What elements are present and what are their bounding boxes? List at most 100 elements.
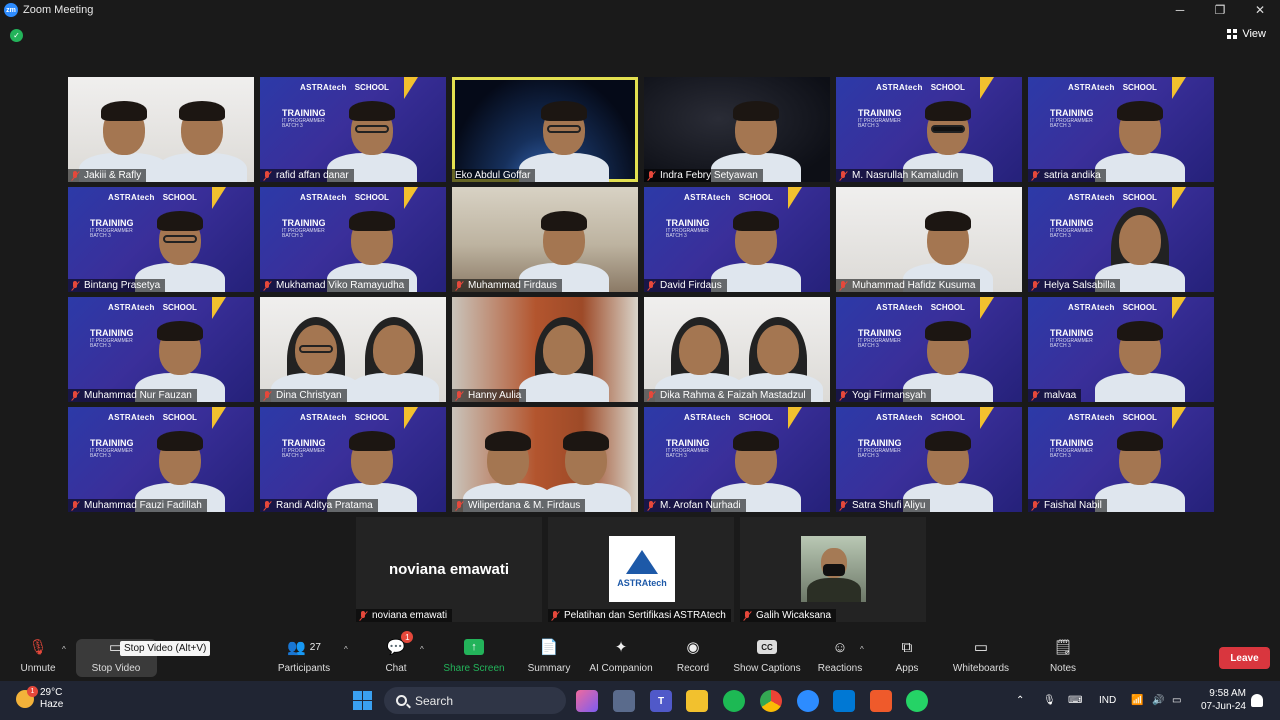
tray-mic-icon[interactable]: 🎙 [1043,681,1056,720]
banner-batch: BATCH 3 [282,233,303,240]
video-tile[interactable]: ASTRAtech SCHOOL TRAINING IT PROGRAMMER BATC… [836,77,1022,182]
taskbar-search[interactable]: Search [384,687,566,714]
mic-muted-icon [263,170,272,181]
record-button[interactable]: ◉ Record [653,635,733,674]
audio-options-caret[interactable]: ^ [62,645,66,654]
battery-icon[interactable]: ▭ [1172,681,1181,720]
video-tile[interactable]: ASTRAtech SCHOOL TRAINING IT PROGRAMMER BATC… [68,407,254,512]
video-tile[interactable]: Galih Wicaksana [740,517,926,622]
mic-muted-icon [71,500,80,511]
show-captions-button[interactable]: CC Show Captions [727,635,807,674]
weather-condition: Haze [40,699,64,710]
participant-name: Helya Salsabilla [1044,280,1116,291]
participant-name-tag: Galih Wicaksana [740,609,837,622]
participant-name-tag: M. Arofan Nurhadi [644,499,746,512]
participants-button[interactable]: 👥 27 Participants [264,635,344,674]
spotify-app-icon[interactable] [723,690,745,712]
minimize-button[interactable]: ─ [1160,0,1200,20]
video-tile[interactable]: ASTRAtech SCHOOL TRAINING IT PROGRAMMER BATC… [1028,297,1214,402]
banner-batch: BATCH 3 [282,123,303,130]
video-tile[interactable]: ASTRAtech SCHOOL TRAINING IT PROGRAMMER BATC… [1028,407,1214,512]
participant-name-tag: Muhammad Fauzi Fadillah [68,499,207,512]
participant-figure [326,87,417,182]
video-tile[interactable]: Muhammad Firdaus [452,187,638,292]
participant-figure [732,307,823,402]
participant-name: Jakiii & Rafly [84,170,142,181]
weather-widget[interactable]: 1 29°C Haze [16,686,64,711]
participant-name: Indra Febry Setyawan [660,170,758,181]
whiteboards-button[interactable]: ▭ Whiteboards [941,635,1021,674]
video-tile[interactable]: Muhammad Hafidz Kusuma [836,187,1022,292]
chrome-app-icon[interactable] [760,690,782,712]
video-tile[interactable]: ASTRAtech SCHOOL TRAINING IT PROGRAMMER BATC… [260,407,446,512]
teams-app-icon[interactable]: T [650,690,672,712]
language-indicator[interactable]: IND [1099,681,1116,720]
ai-companion-button[interactable]: ✦ AI Companion [581,635,661,674]
encryption-shield-icon[interactable]: ✓ [10,29,23,42]
video-tile[interactable]: ASTRAtech SCHOOL TRAINING IT PROGRAMMER BATC… [836,297,1022,402]
summary-button[interactable]: 📄 Summary [509,635,589,674]
bottom-video-row: noviana emawati noviana emawati ASTRAtec… [356,517,926,622]
search-label: Search [415,693,454,708]
chat-options-caret[interactable]: ^ [420,645,424,654]
leave-button[interactable]: Leave [1219,647,1270,669]
video-tile[interactable]: Wiliperdana & M. Firdaus [452,407,638,512]
maximize-button[interactable]: ❐ [1200,0,1240,20]
video-tile[interactable]: Indra Febry Setyawan [644,77,830,182]
close-button[interactable]: ✕ [1240,0,1280,20]
video-tile[interactable]: ASTRAtech SCHOOL TRAINING IT PROGRAMMER BATC… [68,187,254,292]
windows-start-icon[interactable] [353,691,372,710]
whiteboard-icon: ▭ [973,639,989,656]
video-tile[interactable]: Hanny Aulia [452,297,638,402]
video-tile[interactable]: Dina Christyan [260,297,446,402]
mic-muted-icon [263,390,272,401]
video-tile[interactable]: ASTRAtech SCHOOL TRAINING IT PROGRAMMER BATC… [260,187,446,292]
view-button[interactable]: View [1227,28,1266,40]
reactions-options-caret[interactable]: ^ [860,645,864,654]
wifi-icon[interactable]: 📶 [1131,681,1143,720]
vscode-app-icon[interactable] [833,690,855,712]
video-tile[interactable]: Jakiii & Rafly [68,77,254,182]
video-tile[interactable]: ASTRAtech SCHOOL TRAINING IT PROGRAMMER BATC… [644,407,830,512]
video-tile[interactable]: ASTRAtech SCHOOL TRAINING IT PROGRAMMER BATC… [1028,187,1214,292]
video-tile[interactable]: ASTRAtech SCHOOL TRAINING IT PROGRAMMER BATC… [68,297,254,402]
video-tile[interactable]: Eko Abdul Goffar [452,77,638,182]
participant-figure [134,197,225,292]
video-tile[interactable]: ASTRAtech Pelatihan dan Sertifikasi ASTR… [548,517,734,622]
windows-taskbar: 1 29°C Haze Search T ⌃ 🎙 ⌨ IND 📶 🔊 ▭ 9:5… [0,681,1280,720]
video-tile[interactable]: noviana emawati noviana emawati [356,517,542,622]
participant-figure [326,197,417,292]
zoom-app-icon[interactable] [797,690,819,712]
banner-training: TRAINING IT PROGRAMMER BATCH 3 [666,218,710,240]
whatsapp-app-icon[interactable] [906,690,928,712]
unmute-button[interactable]: 🎙 Unmute [0,635,78,674]
tray-overflow-chevron-icon[interactable]: ⌃ [1016,681,1024,720]
share-screen-button[interactable]: ↑ Share Screen [434,635,514,674]
apps-button[interactable]: ⧉ Apps [867,635,947,675]
mic-muted-icon [455,280,464,291]
taskbar-clock[interactable]: 9:58 AM 07-Jun-24 [1198,687,1246,713]
search-icon [396,695,407,706]
participant-figure [902,87,993,182]
participants-options-caret[interactable]: ^ [344,645,348,654]
chat-button[interactable]: 💬 1 Chat [356,631,436,674]
participant-name-tag: Muhammad Hafidz Kusuma [836,279,981,292]
tray-keyboard-icon[interactable]: ⌨ [1068,681,1082,720]
participant-figure [902,307,993,402]
file-explorer-icon[interactable] [686,690,708,712]
notes-button[interactable]: 🗒 Notes [1023,635,1103,674]
task-view-icon[interactable] [613,690,635,712]
video-tile[interactable]: ASTRAtech SCHOOL TRAINING IT PROGRAMMER BATC… [1028,77,1214,182]
mic-muted-icon [263,280,272,291]
video-tile[interactable]: ASTRAtech SCHOOL TRAINING IT PROGRAMMER BATC… [836,407,1022,512]
video-tile[interactable]: Dika Rahma & Faizah Mastadzul [644,297,830,402]
brave-app-icon[interactable] [870,690,892,712]
profile-photo [801,536,866,602]
video-tile[interactable]: ASTRAtech SCHOOL TRAINING IT PROGRAMMER BATC… [260,77,446,182]
video-tile[interactable]: ASTRAtech SCHOOL TRAINING IT PROGRAMMER BATC… [644,187,830,292]
participants-label: Participants [277,663,331,674]
volume-icon[interactable]: 🔊 [1152,681,1164,720]
participant-name-tag: Faishal Nabil [1028,499,1107,512]
notification-bell-icon[interactable] [1251,694,1263,707]
copilot-app-icon[interactable] [576,690,598,712]
